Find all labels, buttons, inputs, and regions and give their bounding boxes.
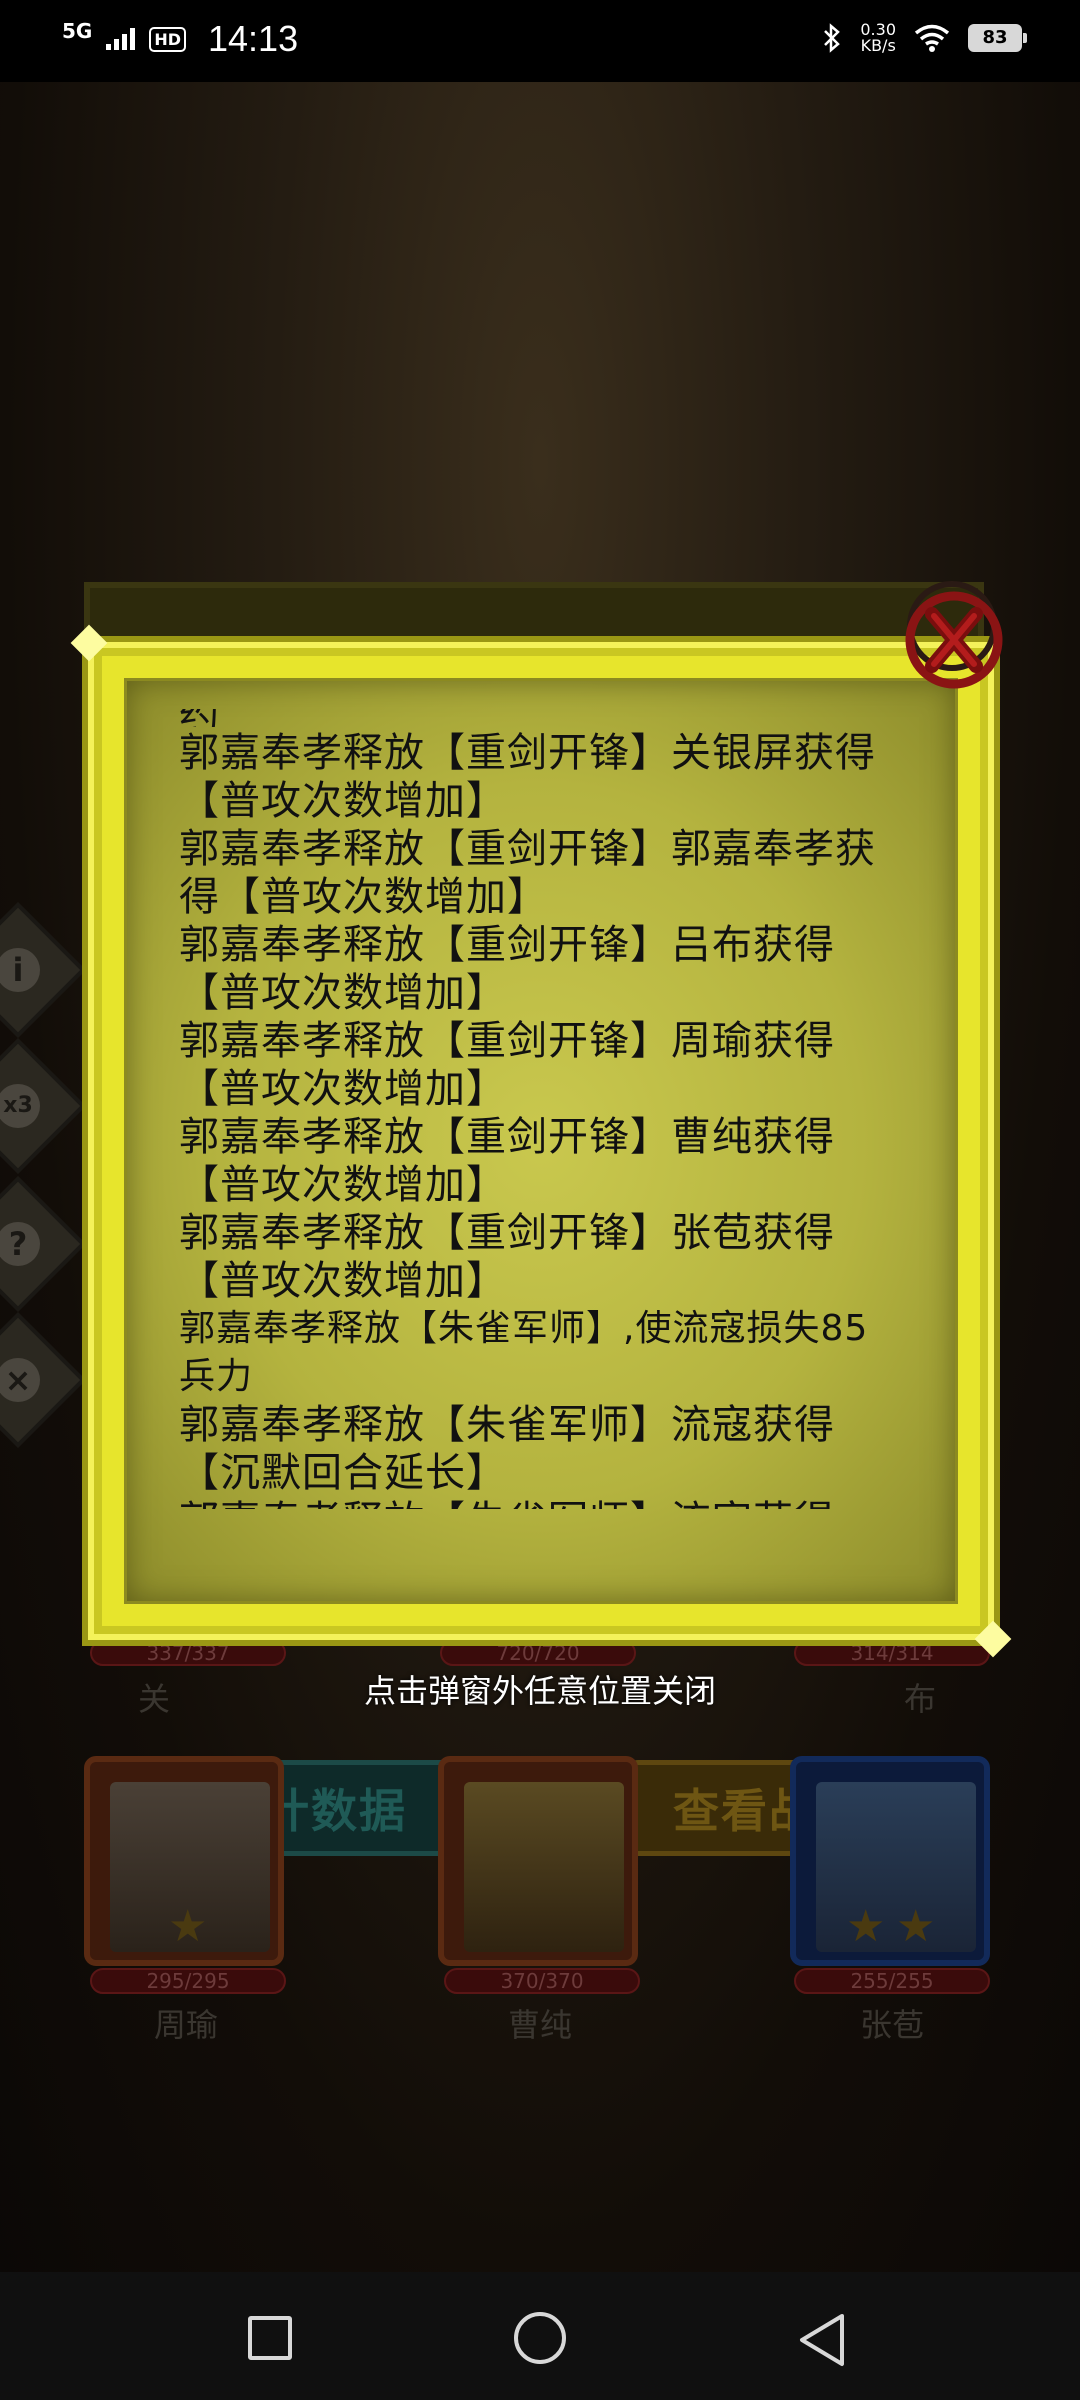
log-parchment: 约 郭嘉奉孝释放【重剑开锋】关银屏获得【普攻次数增加】 郭嘉奉孝释放【重剑开锋】… [124, 678, 958, 1604]
battery-icon: 83 [968, 24, 1027, 52]
close-hint: 点击弹窗外任意位置关闭 [363, 1672, 716, 1710]
hero-hp-bar: 370/370 [444, 1968, 640, 1994]
navigation-bar [0, 2272, 1080, 2400]
speed-side-button[interactable]: x3 [0, 1038, 86, 1174]
log-entry: 郭嘉奉孝释放【朱雀军师】,使流寇损失85兵力 [179, 1308, 869, 1397]
hero-name: 张苞 [859, 2006, 924, 2044]
log-entry: 郭嘉奉孝释放【朱雀军师】流寇获得【沉默回合延长】 [179, 1402, 835, 1496]
battle-log-dialog: 约 郭嘉奉孝释放【重剑开锋】关银屏获得【普攻次数增加】 郭嘉奉孝释放【重剑开锋】… [82, 636, 1000, 1646]
close-x-icon[interactable] [896, 580, 1008, 692]
log-entry: 郭嘉奉孝释放【重剑开锋】吕布获得【普攻次数增加】 [179, 922, 835, 1016]
star-icon: ★ [846, 1901, 886, 1952]
info-side-button[interactable]: i [0, 902, 86, 1038]
hero-card-zhouyu[interactable]: ★ [84, 1756, 284, 1966]
log-partial-line: 约 [179, 709, 899, 727]
wifi-icon [914, 24, 950, 52]
log-entry: 郭嘉奉孝释放【重剑开锋】张苞获得【普攻次数增加】 [179, 1210, 835, 1304]
signal-icon [106, 28, 136, 50]
star-icon: ★ [168, 1901, 208, 1952]
circle-icon[interactable] [514, 2312, 566, 2364]
hero-name: 周瑜 [153, 2006, 218, 2044]
square-icon[interactable] [248, 2316, 292, 2360]
hero-hp-bar: 255/255 [794, 1968, 990, 1994]
hero-name: 曹纯 [507, 2006, 572, 2044]
log-entry: 郭嘉奉孝释放【朱雀军师】流寇获得 [179, 1497, 899, 1509]
network-type: 5G [62, 19, 93, 43]
log-entry: 郭嘉奉孝释放【重剑开锋】郭嘉奉孝获得【普攻次数增加】 [179, 826, 876, 920]
status-bar: 5G HD 14:13 0.30 KB/s 83 [0, 0, 1080, 82]
clock: 14:13 [208, 18, 299, 59]
help-side-button[interactable]: ? [0, 1176, 86, 1312]
hero-card-caochun[interactable] [438, 1756, 638, 1966]
hd-badge: HD [149, 26, 187, 52]
hero-card-zhangbao[interactable]: ★ ★ [790, 1756, 990, 1966]
log-entry: 郭嘉奉孝释放【重剑开锋】周瑜获得【普攻次数增加】 [179, 1018, 835, 1112]
bluetooth-icon [824, 23, 841, 53]
exit-side-button[interactable]: × [0, 1312, 86, 1448]
triangle-back-icon[interactable] [796, 2312, 848, 2368]
battle-log-list[interactable]: 约 郭嘉奉孝释放【重剑开锋】关银屏获得【普攻次数增加】 郭嘉奉孝释放【重剑开锋】… [179, 709, 899, 1509]
star-icon: ★ [896, 1901, 936, 1952]
log-entry: 郭嘉奉孝释放【重剑开锋】关银屏获得【普攻次数增加】 [179, 730, 876, 824]
net-speed: 0.30 KB/s [860, 20, 896, 55]
hero-hp-bar: 295/295 [90, 1968, 286, 1994]
log-entry: 郭嘉奉孝释放【重剑开锋】曹纯获得【普攻次数增加】 [179, 1114, 835, 1208]
